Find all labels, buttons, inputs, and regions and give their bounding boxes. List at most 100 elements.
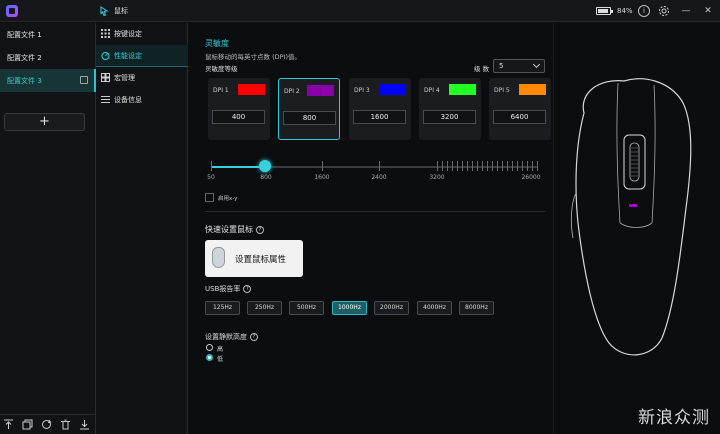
- silent-high-radio[interactable]: [206, 344, 213, 351]
- dpi-slider-fill: [211, 166, 265, 168]
- slider-tick: [442, 161, 443, 171]
- dpi-card-1[interactable]: DPI 1 400: [208, 78, 270, 140]
- chevron-down-icon: [532, 60, 541, 69]
- slider-tick: [487, 161, 488, 171]
- mouse-icon: [100, 6, 109, 17]
- mouse-outline-image: [570, 78, 692, 356]
- dpi-color-swatch[interactable]: [379, 84, 406, 95]
- dpi-card-2[interactable]: DPI 2 800: [278, 78, 340, 140]
- quick-setup-label: 快速设置鼠标: [205, 225, 253, 234]
- help-icon[interactable]: ?: [250, 333, 258, 341]
- nav-label: 按键设定: [114, 30, 142, 38]
- dpi-card-4[interactable]: DPI 4 3200: [419, 78, 481, 140]
- watermark-text: 新浪众测: [638, 408, 710, 428]
- nav-item-macro[interactable]: 宏管理: [96, 67, 188, 89]
- slider-tick: [492, 161, 493, 171]
- list-icon: [101, 96, 110, 103]
- grid-icon: [101, 29, 110, 38]
- upload-icon[interactable]: [3, 419, 14, 430]
- download-icon[interactable]: [79, 419, 90, 430]
- rate-option-500[interactable]: 500Hz: [289, 301, 324, 315]
- tick-label: 3200: [429, 174, 445, 181]
- rate-option-250[interactable]: 250Hz: [247, 301, 282, 315]
- profile-item-1[interactable]: 配置文件 1: [0, 23, 96, 46]
- dpi-value-input[interactable]: 400: [212, 110, 265, 124]
- delete-icon[interactable]: [60, 419, 71, 430]
- add-profile-button[interactable]: +: [4, 113, 85, 131]
- rate-option-1000[interactable]: 1000Hz: [332, 301, 367, 315]
- reset-icon[interactable]: [41, 419, 52, 430]
- dpi-color-swatch[interactable]: [449, 84, 476, 95]
- slider-tick: [507, 161, 508, 171]
- close-button[interactable]: ✕: [702, 5, 714, 17]
- sensitivity-description: 鼠标移动的每英寸点数 (DPI)值。: [205, 53, 301, 61]
- dpi-value-input[interactable]: 3200: [423, 110, 476, 124]
- slider-tick: [532, 161, 533, 171]
- dpi-slider-thumb[interactable]: [259, 160, 271, 172]
- macro-icon: [101, 73, 110, 82]
- help-icon[interactable]: ?: [256, 225, 264, 234]
- dpi-color-swatch[interactable]: [519, 84, 546, 95]
- slider-tick: [322, 161, 323, 171]
- slider-tick: [379, 161, 380, 171]
- tick-label: 26000: [521, 174, 541, 181]
- performance-panel: 灵敏度 鼠标移动的每英寸点数 (DPI)值。 灵敏度等级 级 数 5 DPI 1…: [189, 23, 553, 434]
- rate-option-4000[interactable]: 4000Hz: [417, 301, 452, 315]
- dpi-value-input[interactable]: 6400: [493, 110, 546, 124]
- profile-toolbar: [0, 414, 96, 434]
- slider-tick: [437, 161, 438, 171]
- slider-tick: [472, 161, 473, 171]
- section-divider: [205, 211, 545, 212]
- copy-icon[interactable]: [22, 419, 33, 430]
- info-icon[interactable]: i: [638, 5, 650, 17]
- slider-tick: [467, 161, 468, 171]
- profile-item-2[interactable]: 配置文件 2: [0, 46, 96, 69]
- mouse-properties-label: 设置鼠标属性: [235, 255, 287, 265]
- settings-gear-icon[interactable]: [658, 5, 670, 17]
- slider-tick: [462, 161, 463, 171]
- dpi-value-input[interactable]: 1600: [353, 110, 406, 124]
- profile-item-3[interactable]: 配置文件 3: [0, 69, 96, 92]
- tick-label: 2400: [371, 174, 387, 181]
- dpi-color-swatch[interactable]: [307, 85, 334, 96]
- nav-label: 设备信息: [114, 96, 142, 104]
- enable-xy-checkbox[interactable]: [205, 193, 214, 202]
- nav-item-performance[interactable]: 性能设定: [96, 45, 188, 67]
- slider-tick: [482, 161, 483, 171]
- rate-option-2000[interactable]: 2000Hz: [374, 301, 409, 315]
- mouse-icon: [212, 247, 225, 268]
- slider-tick: [497, 161, 498, 171]
- minimize-button[interactable]: —: [680, 5, 692, 17]
- edit-icon[interactable]: [80, 76, 88, 84]
- slider-tick: [452, 161, 453, 171]
- silent-low-radio[interactable]: [206, 354, 213, 361]
- sensitivity-title: 灵敏度: [205, 39, 229, 48]
- silent-low-label: 低: [217, 356, 224, 363]
- profile-label: 配置文件 3: [7, 77, 42, 85]
- silent-height-title: 设置静默高度?: [205, 332, 258, 342]
- level-count-label: 级 数: [474, 65, 490, 73]
- nav-item-device-info[interactable]: 设备信息: [96, 89, 188, 111]
- usb-rate-title: USB报告率?: [205, 284, 252, 294]
- rate-option-8000[interactable]: 8000Hz: [459, 301, 494, 315]
- help-icon[interactable]: ?: [243, 285, 252, 293]
- dpi-label: DPI 2: [284, 88, 300, 95]
- performance-icon: [101, 52, 110, 60]
- dpi-label: DPI 1: [213, 87, 229, 94]
- function-nav: 按键设定 性能设定 宏管理 设备信息: [96, 23, 188, 434]
- dpi-label: DPI 4: [424, 87, 440, 94]
- mouse-properties-button[interactable]: 设置鼠标属性: [205, 240, 303, 277]
- enable-xy-label: 启用x-y: [218, 196, 238, 202]
- level-count-select[interactable]: 5: [493, 59, 545, 73]
- mouse-preview-panel: 新浪众测: [553, 23, 720, 434]
- dpi-card-5[interactable]: DPI 5 6400: [489, 78, 551, 140]
- nav-item-button-settings[interactable]: 按键设定: [96, 23, 188, 45]
- tick-label: 1600: [314, 174, 330, 181]
- slider-tick: [527, 161, 528, 171]
- rate-option-125[interactable]: 125Hz: [205, 301, 240, 315]
- title-bar: 鼠标 84% i — ✕: [0, 0, 720, 22]
- window-title: 鼠标: [114, 7, 128, 15]
- dpi-color-swatch[interactable]: [238, 84, 265, 95]
- dpi-card-3[interactable]: DPI 3 1600: [349, 78, 411, 140]
- dpi-value-input[interactable]: 800: [283, 111, 336, 125]
